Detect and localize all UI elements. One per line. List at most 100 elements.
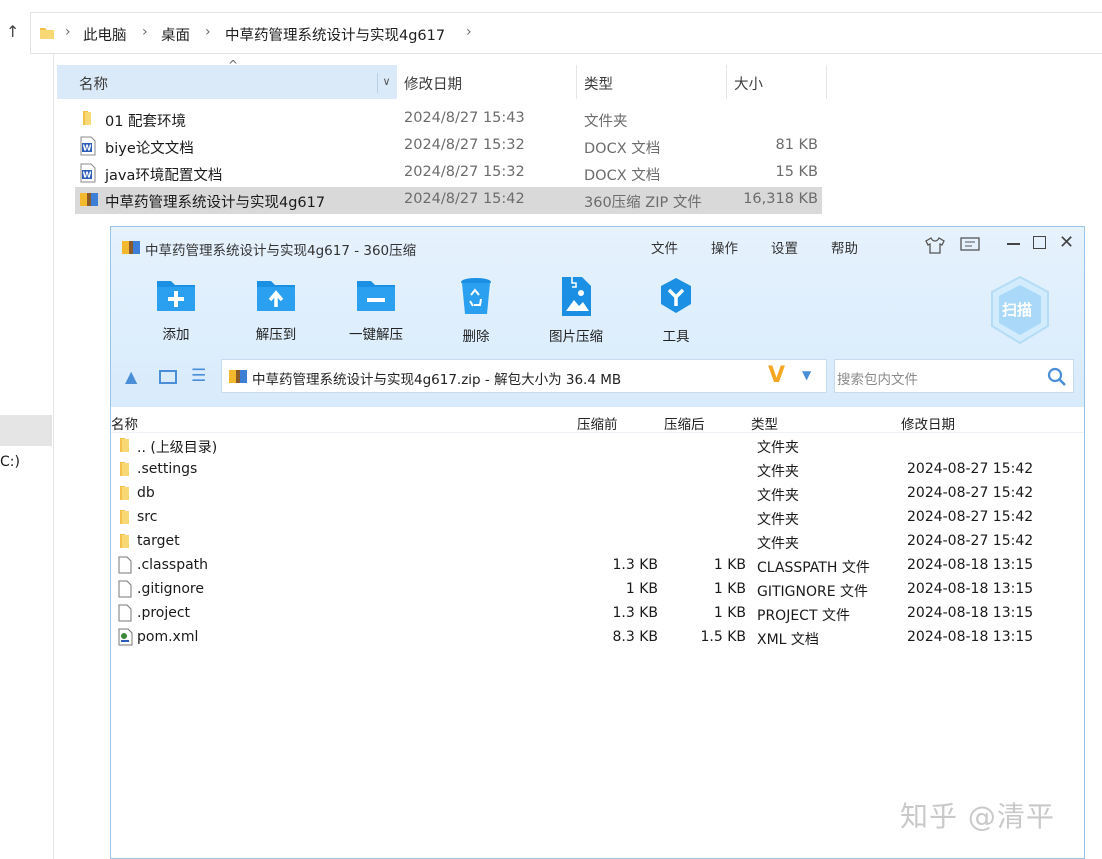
column-divider [726,65,727,99]
column-header-name-bg [57,65,397,99]
search-icon[interactable] [1047,367,1067,387]
list-header-before[interactable]: 压缩前 [577,413,618,433]
up-level-icon[interactable]: ▲ [125,367,137,386]
entry-date: 2024-08-18 13:15 [907,581,1034,597]
search-input[interactable]: 搜索包内文件 [837,368,918,388]
entry-name: .project [137,605,191,621]
file-row-selected[interactable]: 中草药管理系统设计与实现4g617 2024/8/27 15:42 360压缩 … [75,187,822,214]
entry-type: 文件夹 [757,512,799,528]
list-item[interactable]: .project 1.3 KB 1 KB PROJECT 文件 2024-08-… [111,602,1084,626]
file-date: 2024/8/27 15:32 [404,137,525,153]
column-header-name[interactable]: 名称 [79,65,108,99]
file-icon [118,556,132,578]
menu-help[interactable]: 帮助 [831,237,858,257]
chevron-right-icon: › [65,24,71,40]
tools-button[interactable]: 工具 [631,275,721,345]
image-compress-button[interactable]: 图片压缩 [531,275,621,345]
path-dropdown-icon[interactable]: ▼ [802,368,811,382]
file-type: 文件夹 [584,114,628,130]
list-header-name[interactable]: 名称 [111,413,138,433]
delete-button[interactable]: 删除 [431,275,521,345]
thumbnail-view-icon[interactable] [159,370,177,384]
file-type: DOCX 文档 [584,168,661,184]
nav-item-drive-c[interactable]: C:) [0,454,20,470]
list-header-date[interactable]: 修改日期 [901,413,955,433]
entry-size-after: 1 KB [713,557,746,573]
maximize-icon[interactable] [1033,236,1046,249]
breadcrumb-item-folder[interactable]: 中草药管理系统设计与实现4g617 [225,24,445,45]
list-item[interactable]: .. (上级目录) 文件夹 [111,434,1084,458]
entry-size-after: 1 KB [713,581,746,597]
file-date: 2024/8/27 15:42 [404,191,525,207]
entry-size-before: 8.3 KB [612,629,659,645]
archive-path-bar[interactable]: 中草药管理系统设计与实现4g617.zip - 解包大小为 36.4 MB V … [221,359,827,393]
file-type: 360压缩 ZIP 文件 [584,195,702,211]
file-row[interactable]: W biye论文文档 2024/8/27 15:32 DOCX 文档 81 KB [75,133,822,160]
entry-type: 文件夹 [757,488,799,504]
folder-icon [118,484,132,506]
entry-date: 2024-08-18 13:15 [907,605,1034,621]
list-item[interactable]: target 文件夹 2024-08-27 15:42 [111,530,1084,554]
menu-file[interactable]: 文件 [651,237,678,257]
breadcrumb-item-this-pc[interactable]: 此电脑 [83,24,127,45]
close-icon[interactable]: ✕ [1059,232,1074,253]
file-date: 2024/8/27 15:43 [404,110,525,126]
watermark: 知乎 @清平 [900,800,1055,833]
recycle-bin-icon [461,278,491,314]
list-item[interactable]: .gitignore 1 KB 1 KB GITIGNORE 文件 2024-0… [111,578,1084,602]
message-icon[interactable] [960,237,980,253]
tools-label: 工具 [662,329,690,345]
minimize-icon[interactable] [1007,243,1020,245]
file-type: DOCX 文档 [584,141,661,157]
entry-name: src [137,509,158,525]
entry-name: pom.xml [137,629,199,645]
column-header-size[interactable]: 大小 [734,65,763,99]
list-item[interactable]: pom.xml 8.3 KB 1.5 KB XML 文档 2024-08-18 … [111,626,1084,650]
add-button[interactable]: 添加 [131,275,221,343]
list-item[interactable]: .classpath 1.3 KB 1 KB CLASSPATH 文件 2024… [111,554,1084,578]
add-folder-icon [157,281,195,311]
scan-label: 扫描 [1002,301,1033,319]
list-view-icon[interactable]: ☰ [191,366,206,386]
list-header-type[interactable]: 类型 [751,413,778,433]
list-item[interactable]: db 文件夹 2024-08-27 15:42 [111,482,1084,506]
entry-name: target [137,533,180,549]
word-doc-icon: W [79,163,97,187]
file-name: 中草药管理系统设计与实现4g617 [105,195,326,211]
list-item[interactable]: src 文件夹 2024-08-27 15:42 [111,506,1084,530]
nav-item-selected[interactable] [0,415,52,446]
one-click-extract-button[interactable]: 一键解压 [331,275,421,343]
column-header-type[interactable]: 类型 [584,65,613,99]
breadcrumb[interactable]: › 此电脑 › 桌面 › 中草药管理系统设计与实现4g617 › [30,12,1102,54]
list-header-after[interactable]: 压缩后 [664,413,705,433]
extract-to-icon [257,281,295,311]
extract-to-button[interactable]: 解压到 [231,275,321,343]
one-click-extract-icon [357,281,395,311]
entry-type: 文件夹 [757,464,799,480]
app-zip-icon [122,241,140,254]
menu-operation[interactable]: 操作 [711,237,738,257]
breadcrumb-item-desktop[interactable]: 桌面 [161,24,190,45]
scan-button[interactable]: 扫描 [989,275,1051,345]
file-row[interactable]: 01 配套环境 2024/8/27 15:43 文件夹 [75,106,822,133]
entry-date: 2024-08-27 15:42 [907,461,1034,477]
delete-label: 删除 [462,329,490,345]
entry-date: 2024-08-27 15:42 [907,509,1034,525]
file-icon [118,580,132,602]
file-icon [118,604,132,626]
search-box[interactable]: 搜索包内文件 [834,359,1074,393]
file-row[interactable]: W java环境配置文档 2024/8/27 15:32 DOCX 文档 15 … [75,160,822,187]
up-arrow-icon[interactable]: ↑ [6,22,19,41]
window-title: 中草药管理系统设计与实现4g617 - 360压缩 [145,243,417,259]
column-header-date[interactable]: 修改日期 [404,65,462,99]
add-label: 添加 [162,327,190,343]
file-size: 16,318 KB [743,191,818,207]
column-dropdown-icon[interactable]: ∨ [377,73,395,93]
file-name: 01 配套环境 [105,114,187,130]
sort-ascending-icon: ^ [228,58,239,72]
skin-shirt-icon[interactable] [925,236,945,254]
file-size: 81 KB [775,137,818,153]
list-item[interactable]: .settings 文件夹 2024-08-27 15:42 [111,458,1084,482]
menu-settings[interactable]: 设置 [771,237,798,257]
entry-name: .settings [137,461,198,477]
